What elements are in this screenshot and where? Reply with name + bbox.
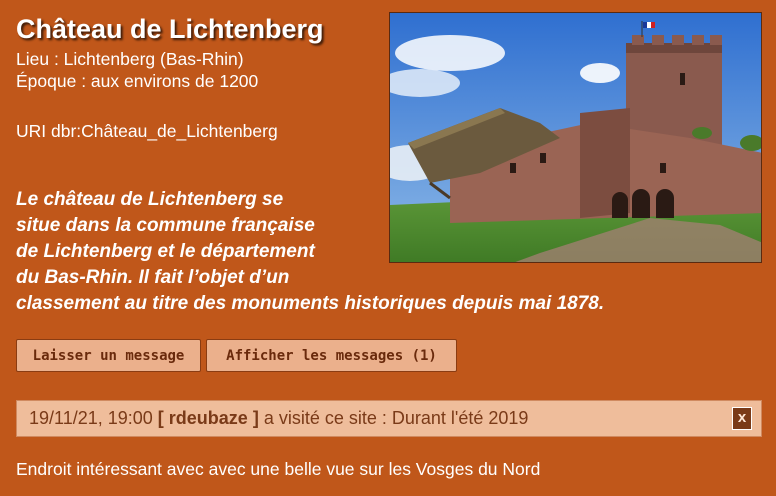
description: Le château de Lichtenberg se situe dans … <box>16 187 716 317</box>
description-line: Le château de Lichtenberg se <box>16 189 284 210</box>
visit-datetime: 19/11/21, 19:00 <box>29 408 153 428</box>
description-line: situe dans la commune française <box>16 215 315 236</box>
visit-user[interactable]: [ rdeubaze ] <box>158 408 259 428</box>
close-button[interactable]: x <box>732 407 752 430</box>
visit-entry: 19/11/21, 19:00 [ rdeubaze ] a visité ce… <box>16 400 762 437</box>
era-text: Époque : aux environs de 1200 <box>16 71 259 91</box>
description-line: classement au titre des monuments histor… <box>16 293 605 314</box>
description-line: du Bas-Rhin. Il fait l’objet d’un <box>16 267 290 288</box>
visit-comment: Endroit intéressant avec avec une belle … <box>16 459 541 479</box>
page: Château de Lichtenberg Lieu : Lichtenber… <box>0 0 776 496</box>
visit-text: a visité ce site : Durant l'été 2019 <box>263 408 529 428</box>
page-title: Château de Lichtenberg <box>16 14 324 44</box>
leave-message-button[interactable]: Laisser un message <box>16 339 201 372</box>
uri-text: URI dbr:Château_de_Lichtenberg <box>16 121 278 141</box>
show-messages-button[interactable]: Afficher les messages (1) <box>206 339 457 372</box>
location-text: Lieu : Lichtenberg (Bas-Rhin) <box>16 49 244 69</box>
description-line: de Lichtenberg et le département <box>16 241 315 262</box>
